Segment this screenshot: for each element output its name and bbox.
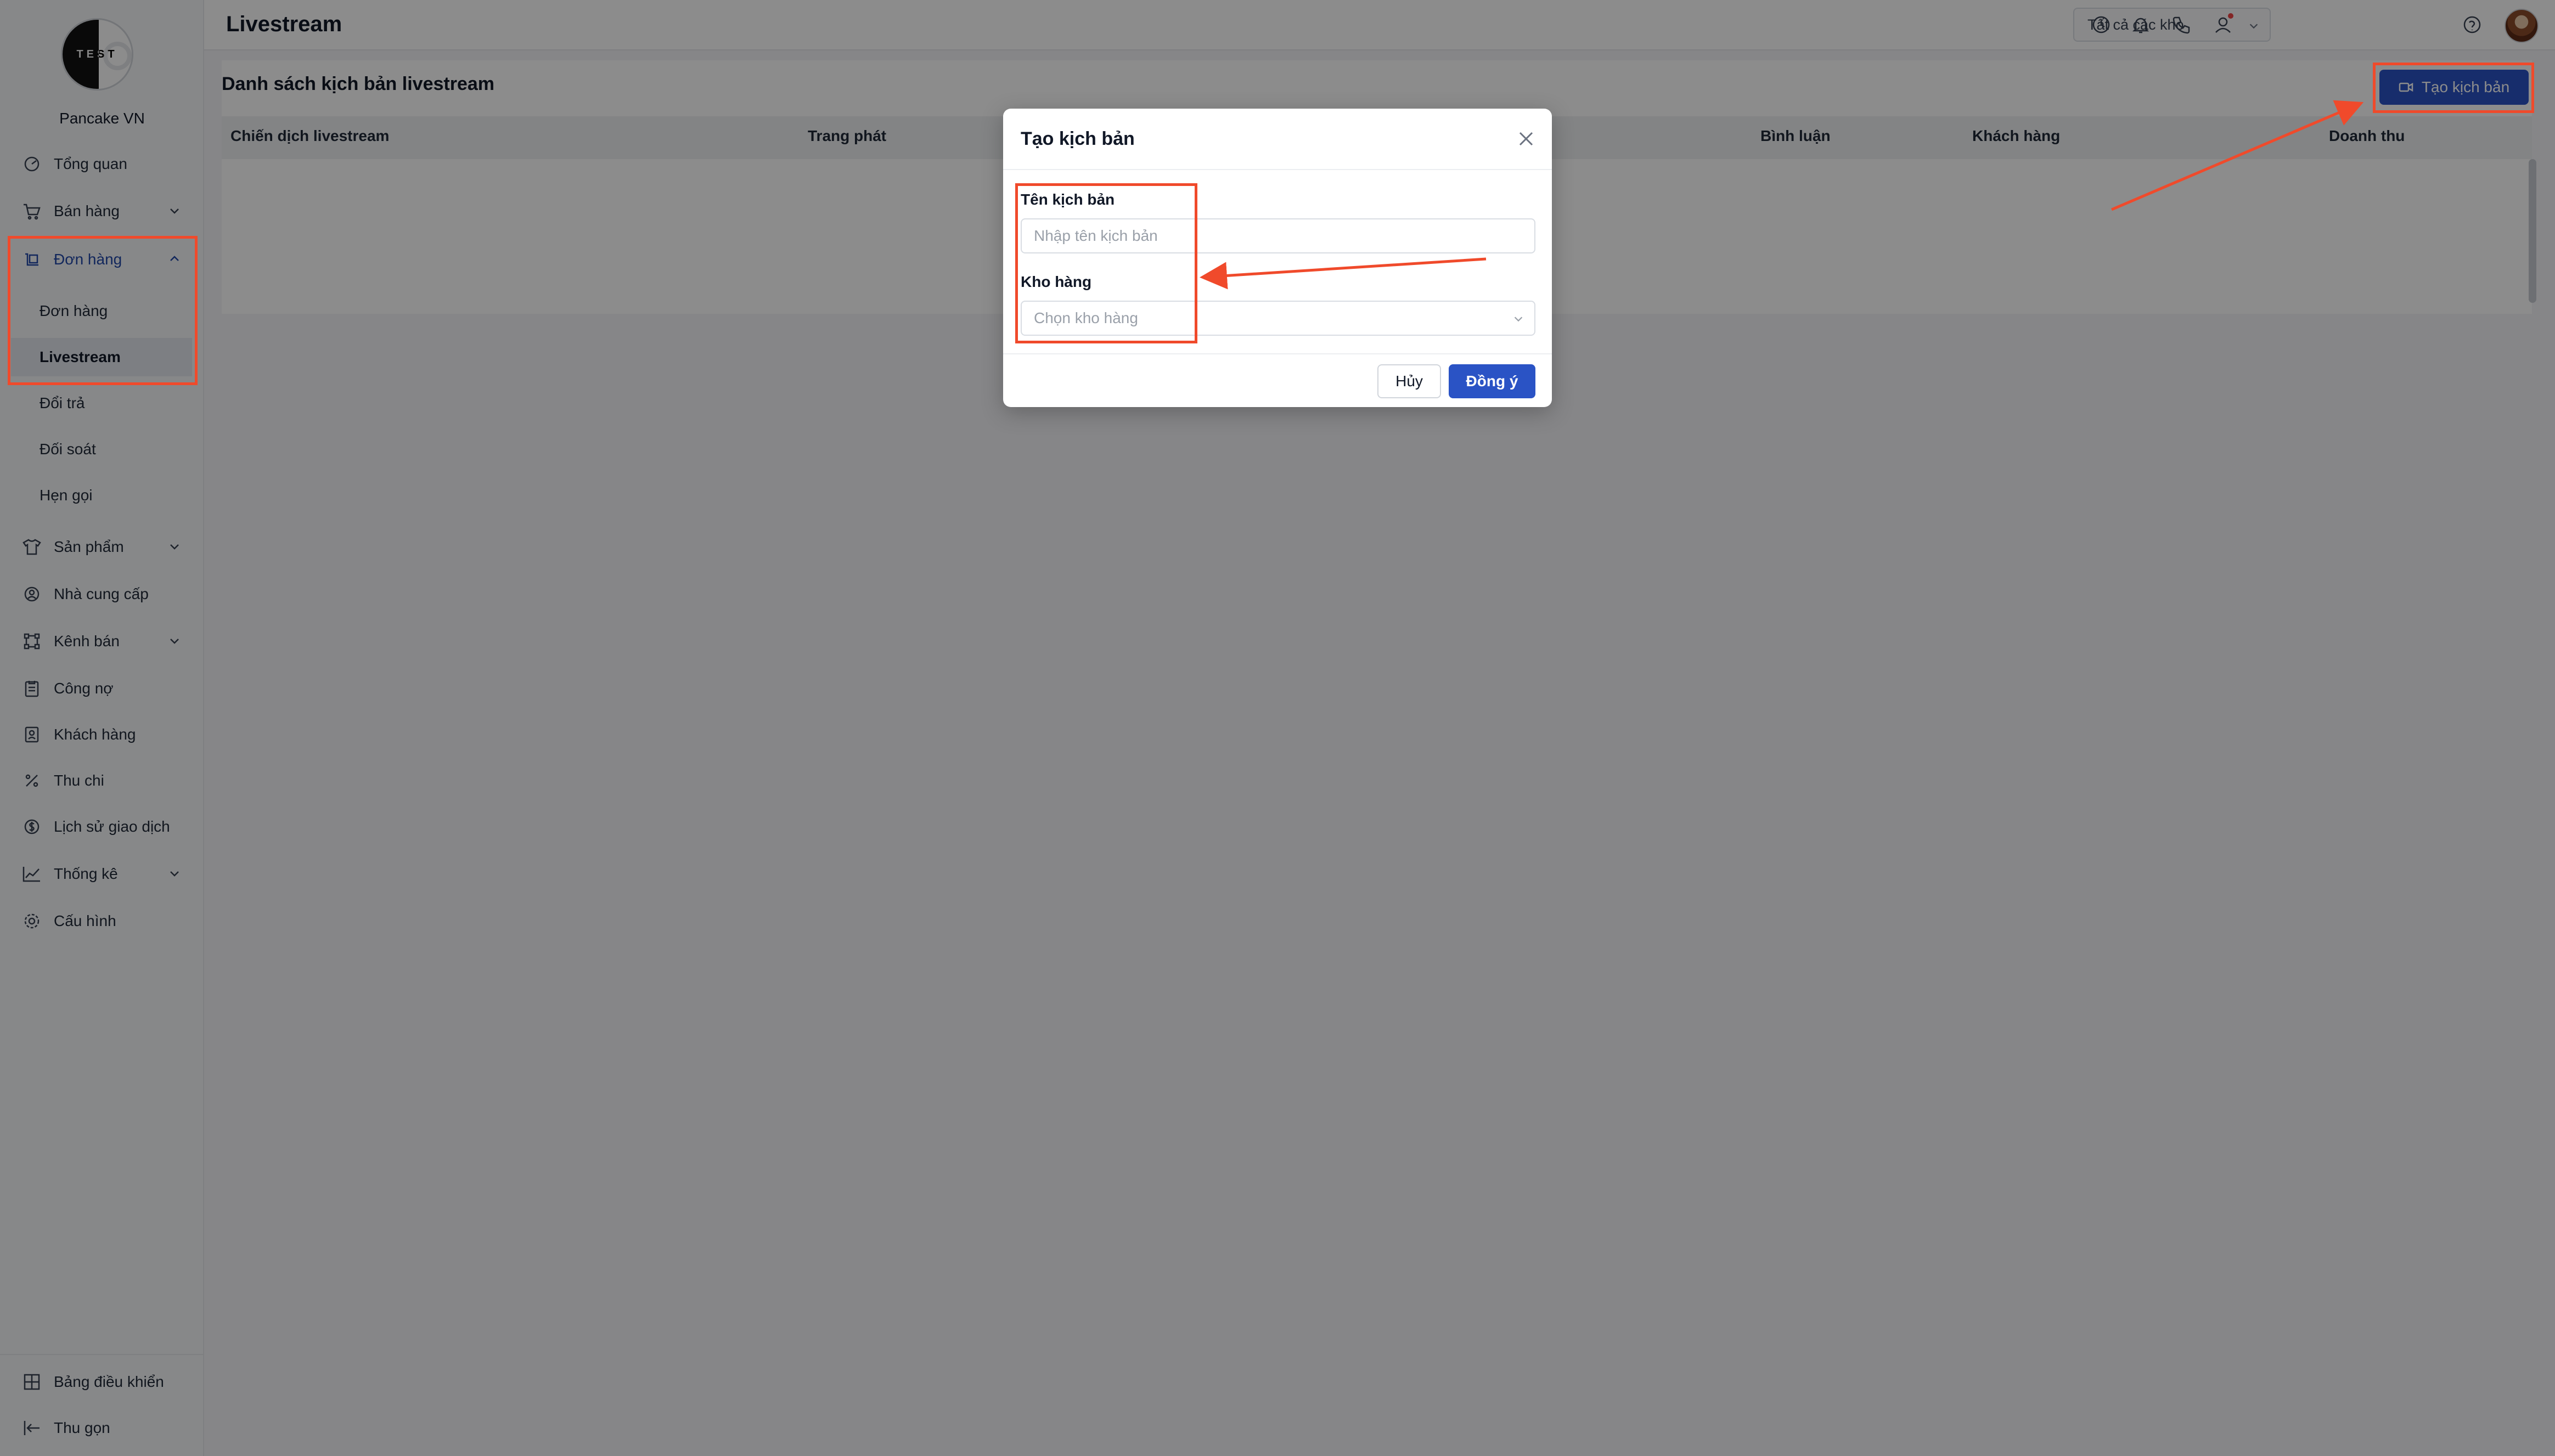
confirm-button[interactable]: Đồng ý <box>1449 364 1535 398</box>
close-icon[interactable] <box>1517 129 1535 148</box>
chevron-down-icon <box>1514 317 1523 322</box>
modal-divider <box>1003 353 1552 354</box>
annotation-box-sidebar <box>8 236 198 385</box>
annotation-box-create-button <box>2373 63 2534 113</box>
annotation-box-modal-fields <box>1015 183 1197 343</box>
cancel-button[interactable]: Hủy <box>1377 364 1441 398</box>
modal-title: Tạo kịch bản <box>1021 128 1135 149</box>
modal-divider <box>1003 169 1552 170</box>
